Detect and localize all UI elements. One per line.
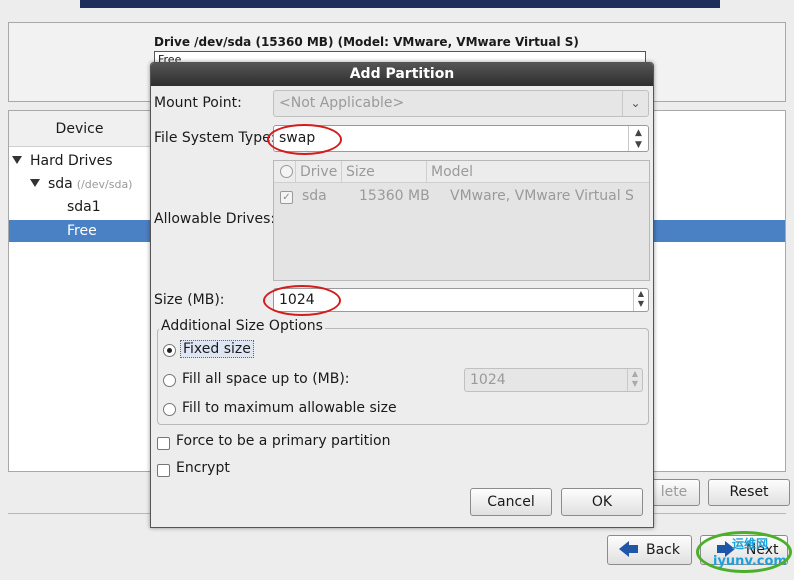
drives-col-size[interactable]: Size [341,161,375,183]
arrow-left-icon [619,541,629,557]
ok-button[interactable]: OK [561,488,643,516]
fs-type-label: File System Type: [154,130,276,146]
drive-title: Drive /dev/sda (15360 MB) (Model: VMware… [154,35,579,49]
size-label: Size (MB): [154,292,225,308]
back-button[interactable]: Back [607,535,692,565]
fixed-size-option[interactable]: Fixed size [180,340,254,358]
force-primary-label[interactable]: Force to be a primary partition [176,433,390,449]
spinner-arrows-icon[interactable]: ▲ ▼ [633,289,648,311]
arrow-left-icon-tail [629,545,638,553]
fill-up-to-spinner[interactable]: 1024 ▲ ▼ [464,368,643,392]
spinner-arrows-icon[interactable]: ▲ ▼ [627,369,642,391]
fixed-size-radio[interactable] [163,344,176,357]
reset-button[interactable]: Reset [708,479,790,506]
size-annotation [263,285,341,316]
fill-max-label[interactable]: Fill to maximum allowable size [182,400,397,416]
drive-row-size: 15360 MB [359,188,430,204]
drive-row-name: sda [302,188,327,204]
allowable-drives-label: Allowable Drives: [154,211,276,227]
force-primary-checkbox[interactable] [157,437,170,450]
mount-point-placeholder: <Not Applicable> [279,95,405,111]
device-column-header[interactable]: Device [9,111,151,147]
fill-up-to-label[interactable]: Fill all space up to (MB): [182,371,350,387]
size-options-title: Additional Size Options [159,318,325,334]
fixed-size-label: Fixed size [180,340,254,358]
mount-point-label: Mount Point: [154,95,242,111]
tree-label-sda1: sda1 [67,199,101,215]
tree-row-sda1[interactable]: sda1 [67,197,101,218]
chevron-down-icon[interactable]: ⌄ [622,91,648,116]
updown-arrows-icon[interactable]: ▲ ▼ [628,126,648,151]
fill-up-to-radio[interactable] [163,374,176,387]
tree-label-free: Free [67,223,97,239]
fill-max-radio[interactable] [163,403,176,416]
encrypt-label[interactable]: Encrypt [176,460,230,476]
next-highlight-annotation [696,531,792,573]
cancel-button[interactable]: Cancel [470,488,552,516]
header-check-icon [280,165,293,178]
top-banner [80,0,720,8]
tree-sda-path: (/dev/sda) [76,178,133,191]
drives-col-model[interactable]: Model [426,161,473,183]
fs-type-annotation [267,124,342,155]
tree-label-hard-drives: Hard Drives [30,153,113,169]
drives-col-drive[interactable]: Drive [295,161,337,183]
mount-point-combo[interactable]: <Not Applicable> ⌄ [273,90,649,117]
tree-row-hard-drives[interactable]: Hard Drives [12,151,113,172]
tree-row-sda[interactable]: sda (/dev/sda) [30,174,132,195]
drive-row-checkbox[interactable]: ✓ [280,191,293,204]
expander-icon[interactable] [12,156,22,164]
expander-icon[interactable] [30,179,40,187]
tree-label-sda: sda [48,176,73,192]
drive-row-model: VMware, VMware Virtual S [450,188,634,204]
fill-up-to-value: 1024 [470,372,506,388]
encrypt-checkbox[interactable] [157,464,170,477]
drives-header: Drive Size Model [274,161,649,183]
back-button-label: Back [646,542,680,558]
dialog-title: Add Partition [151,63,653,86]
